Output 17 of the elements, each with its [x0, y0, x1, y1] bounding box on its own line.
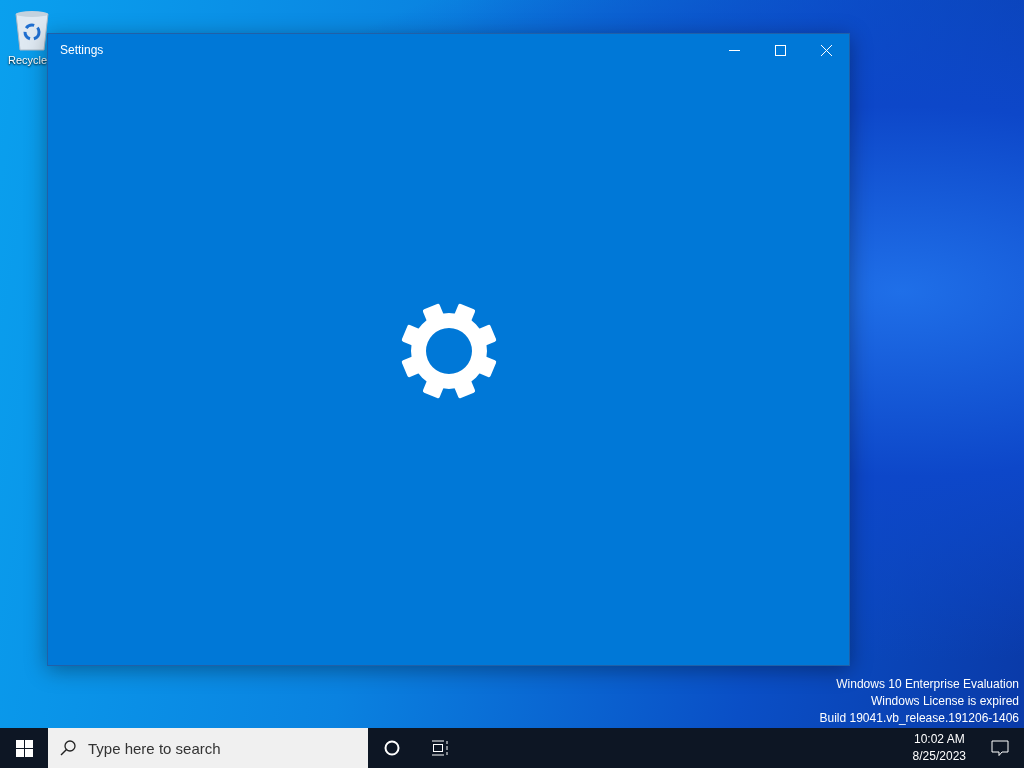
search-icon — [60, 740, 76, 756]
windows-logo-icon — [15, 739, 33, 757]
circle-icon — [384, 740, 400, 756]
speech-bubble-icon — [991, 739, 1009, 757]
recycle-bin-label: Recycle — [8, 54, 48, 66]
watermark-line: Windows 10 Enterprise Evaluation — [836, 676, 1019, 692]
watermark-line: Windows License is expired — [870, 693, 1019, 709]
recycle-bin-icon[interactable] — [12, 8, 52, 52]
search-field[interactable]: Type here to search — [48, 728, 368, 768]
clock-time: 10:02 AM — [913, 731, 965, 748]
gear-icon — [399, 301, 498, 400]
close-icon — [820, 44, 832, 56]
maximize-icon — [774, 44, 786, 56]
window-title: Settings — [60, 43, 105, 57]
task-view-icon — [431, 740, 449, 756]
watermark-line: Build 19041.vb_release.191206-1406 — [819, 710, 1019, 726]
clock-date: 8/25/2023 — [912, 748, 966, 765]
